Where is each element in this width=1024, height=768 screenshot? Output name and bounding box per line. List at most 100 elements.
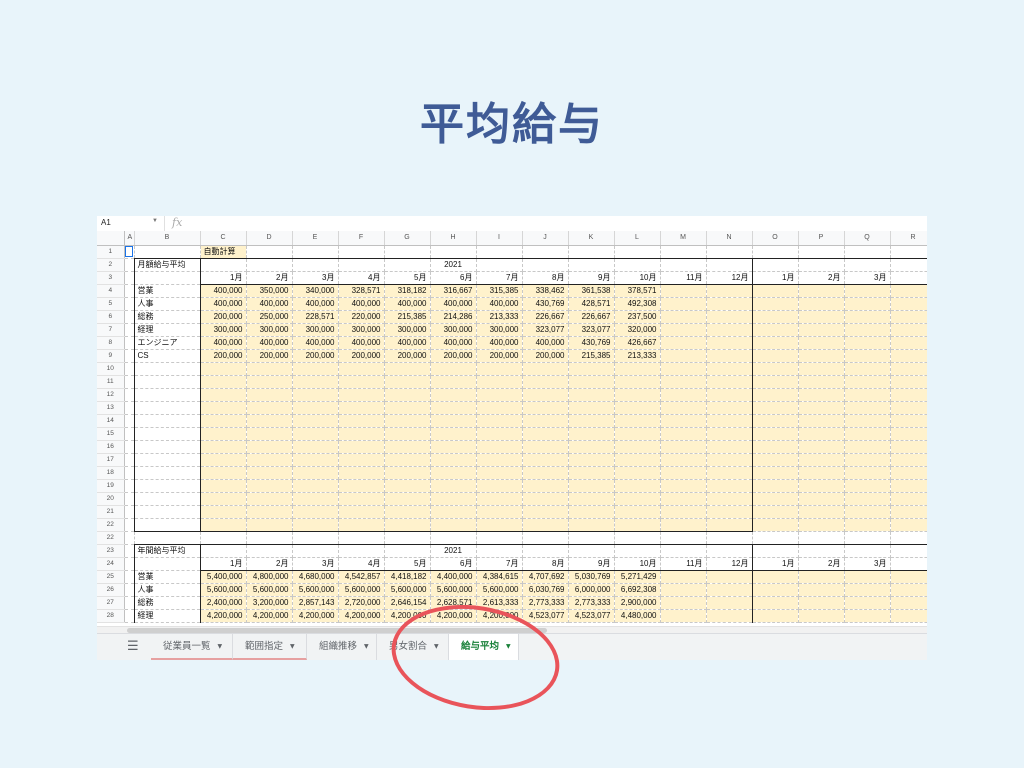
row-header[interactable]: 25	[97, 570, 125, 584]
cell[interactable]	[660, 531, 707, 545]
cell[interactable]	[476, 375, 523, 389]
cell[interactable]	[124, 414, 135, 428]
column-header-K[interactable]: K	[568, 231, 615, 246]
cell[interactable]	[522, 362, 569, 376]
value-cell[interactable]: 400,000	[338, 297, 385, 311]
cell[interactable]	[124, 284, 135, 298]
value-cell[interactable]: 228,571	[292, 310, 339, 324]
cell[interactable]	[476, 362, 523, 376]
row-label[interactable]: 人事	[133, 297, 201, 311]
month-header[interactable]: 12月	[706, 271, 753, 285]
cell[interactable]	[338, 440, 385, 454]
value-cell[interactable]: 2,628,571	[430, 596, 477, 610]
month-header[interactable]: 6月	[430, 271, 477, 285]
row-header[interactable]: 19	[97, 479, 125, 493]
column-header-G[interactable]: G	[384, 231, 431, 246]
value-cell[interactable]: 2,720,000	[338, 596, 385, 610]
cell[interactable]	[844, 245, 891, 259]
value-cell[interactable]: 2,900,000	[614, 596, 661, 610]
value-cell[interactable]: 400,000	[384, 297, 431, 311]
cell[interactable]	[752, 284, 799, 298]
cell[interactable]	[844, 479, 891, 493]
cell[interactable]	[706, 323, 753, 337]
sheet-tab[interactable]: 男女割合 ▼	[377, 634, 449, 660]
value-cell[interactable]: 4,200,000	[384, 609, 431, 623]
cell[interactable]	[844, 362, 891, 376]
cell[interactable]	[246, 466, 293, 480]
cell[interactable]	[614, 466, 661, 480]
row-header[interactable]: 23	[97, 544, 125, 558]
value-cell[interactable]: 378,571	[614, 284, 661, 298]
value-cell[interactable]: 4,542,857	[338, 570, 385, 584]
cell[interactable]	[522, 531, 569, 545]
cell[interactable]	[430, 388, 477, 402]
cell[interactable]	[384, 518, 431, 532]
caret-down-icon[interactable]: ▼	[218, 634, 223, 660]
month-header[interactable]: 11月	[660, 557, 707, 571]
cell[interactable]	[844, 583, 891, 597]
cell[interactable]	[200, 531, 247, 545]
cell[interactable]	[568, 492, 615, 506]
cell[interactable]	[522, 245, 569, 259]
row-header[interactable]: 15	[97, 427, 125, 441]
cell[interactable]	[706, 362, 753, 376]
cell[interactable]	[890, 257, 927, 272]
value-cell[interactable]: 5,600,000	[292, 583, 339, 597]
cell[interactable]	[844, 596, 891, 610]
cell[interactable]	[338, 414, 385, 428]
cell-table[interactable]: A B C D E F G H I J K L M N O P Q R 1 自動計算 2 月額給与平均 2021 3 1月 2月 3…	[97, 231, 927, 623]
cell[interactable]	[706, 414, 753, 428]
cell[interactable]	[133, 271, 201, 285]
cell[interactable]	[660, 609, 707, 623]
row-header[interactable]: 28	[97, 609, 125, 623]
cell[interactable]	[706, 479, 753, 493]
cell[interactable]	[798, 466, 845, 480]
month-header[interactable]: 3月	[844, 557, 891, 571]
month-header[interactable]: 4	[890, 271, 927, 285]
cell[interactable]	[338, 492, 385, 506]
cell[interactable]	[246, 388, 293, 402]
cell[interactable]	[798, 505, 845, 519]
cell[interactable]	[798, 245, 845, 259]
value-cell[interactable]: 2,400,000	[199, 596, 247, 610]
value-cell[interactable]: 5,600,000	[246, 583, 293, 597]
cell[interactable]	[384, 440, 431, 454]
month-header[interactable]: 4月	[338, 271, 385, 285]
value-cell[interactable]: 5,600,000	[476, 583, 523, 597]
cell[interactable]	[133, 479, 201, 493]
row-header[interactable]: 17	[97, 453, 125, 467]
cell[interactable]	[384, 492, 431, 506]
cell[interactable]	[890, 323, 927, 337]
cell[interactable]	[798, 336, 845, 350]
cell[interactable]	[844, 349, 891, 363]
month-header[interactable]: 9月	[568, 271, 615, 285]
cell[interactable]	[384, 479, 431, 493]
value-cell[interactable]: 300,000	[246, 323, 293, 337]
row-label[interactable]: 経理	[133, 609, 201, 623]
cell[interactable]	[568, 479, 615, 493]
cell[interactable]	[890, 245, 927, 259]
month-header[interactable]: 3月	[292, 271, 339, 285]
month-header[interactable]: 1月	[199, 557, 247, 571]
cell[interactable]	[660, 543, 707, 558]
cell[interactable]	[890, 583, 927, 597]
cell[interactable]	[124, 557, 135, 571]
cell[interactable]	[752, 531, 799, 545]
cell[interactable]	[124, 466, 135, 480]
cell[interactable]	[384, 257, 431, 272]
cell[interactable]	[706, 257, 753, 272]
cell[interactable]	[614, 479, 661, 493]
cell[interactable]	[522, 466, 569, 480]
cell[interactable]	[476, 453, 523, 467]
cell[interactable]	[660, 362, 707, 376]
cell[interactable]	[706, 505, 753, 519]
value-cell[interactable]: 328,571	[338, 284, 385, 298]
cell[interactable]	[890, 479, 927, 493]
value-cell[interactable]: 6,692,308	[614, 583, 661, 597]
row-header[interactable]: 14	[97, 414, 125, 428]
value-cell[interactable]: 4,480,000	[614, 609, 661, 623]
cell[interactable]	[124, 362, 135, 376]
month-header[interactable]: 2月	[798, 557, 845, 571]
cell[interactable]	[338, 427, 385, 441]
cell[interactable]	[199, 479, 247, 493]
